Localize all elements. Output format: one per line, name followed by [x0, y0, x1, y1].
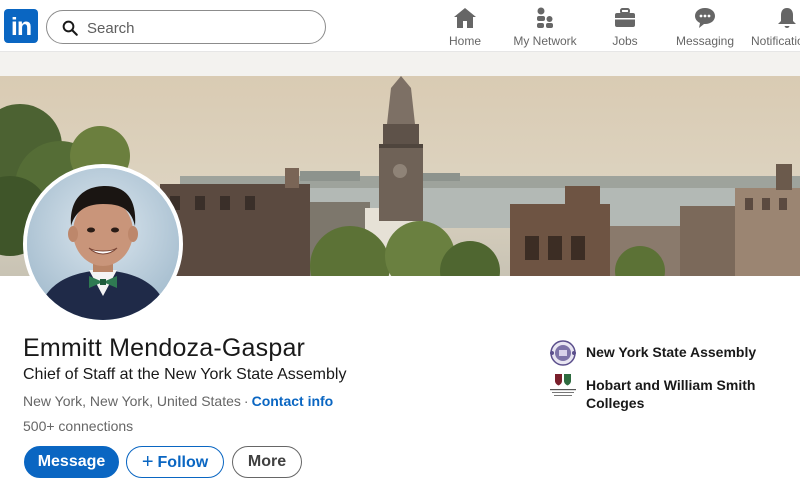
- home-icon: [454, 8, 476, 28]
- hws-colleges-logo: [548, 372, 578, 400]
- separator-dot: ·: [243, 393, 249, 409]
- nys-assembly-seal-logo: [548, 339, 578, 367]
- nav-item-messaging[interactable]: Messaging: [670, 6, 740, 50]
- follow-button[interactable]: + Follow: [126, 446, 224, 478]
- linkedin-logo[interactable]: in: [4, 9, 38, 43]
- follow-label: Follow: [157, 454, 209, 471]
- search-box[interactable]: [46, 10, 326, 44]
- nav-item-jobs[interactable]: Jobs: [600, 6, 650, 50]
- org-name: New York State Assembly: [586, 344, 757, 360]
- nav-item-label: Jobs: [612, 34, 638, 48]
- more-button[interactable]: More: [232, 446, 302, 478]
- contact-info-link[interactable]: Contact info: [252, 393, 334, 409]
- plus-icon: +: [141, 451, 154, 473]
- nav-item-label: Messaging: [675, 34, 735, 48]
- message-button[interactable]: Message: [24, 446, 119, 478]
- nav-item-my-network[interactable]: My Network: [505, 6, 585, 50]
- briefcase-icon: [615, 8, 635, 27]
- search-icon: [62, 20, 78, 36]
- profile-card: Emmitt Mendoza-Gaspar Chief of Staff at …: [0, 76, 800, 498]
- nav-item-home[interactable]: Home: [440, 6, 490, 50]
- nav-item-label: My Network: [513, 34, 577, 48]
- top-nav: in Home My Network Jobs: [0, 0, 800, 52]
- connections-count[interactable]: 500+ connections: [23, 418, 133, 434]
- messaging-icon: [695, 8, 715, 28]
- nav-item-notifications[interactable]: Notifications: [747, 6, 800, 50]
- profile-name: Emmitt Mendoza-Gaspar: [23, 334, 306, 362]
- search-input[interactable]: [87, 17, 307, 39]
- profile-location: New York, New York, United States: [23, 393, 241, 409]
- bell-icon: [778, 8, 796, 28]
- nav-item-label: Notifications: [751, 34, 800, 48]
- network-icon: [537, 7, 553, 28]
- profile-avatar[interactable]: [23, 164, 183, 324]
- nav-item-label: Home: [448, 34, 481, 48]
- org-name: Hobart and William Smith Colleges: [586, 377, 756, 411]
- profile-headline: Chief of Staff at the New York State Ass…: [23, 366, 347, 383]
- profile-photo: [27, 168, 179, 320]
- profile-location-row: New York, New York, United States · Contac…: [23, 393, 333, 409]
